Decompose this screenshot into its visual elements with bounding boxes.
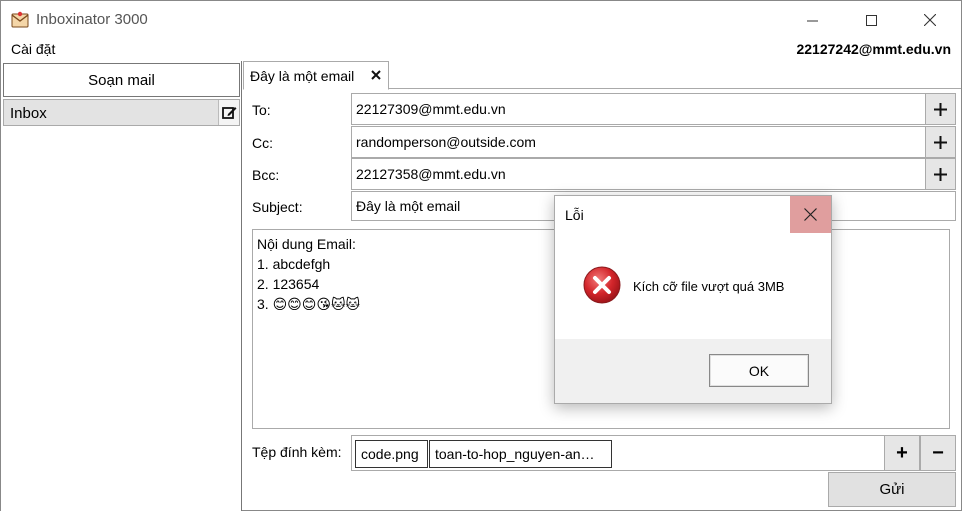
add-to-button[interactable] bbox=[925, 93, 956, 125]
dialog-title-bar: Lỗi bbox=[555, 196, 831, 233]
title-bar: Inboxinator 3000 bbox=[1, 1, 961, 39]
add-bcc-button[interactable] bbox=[925, 158, 956, 190]
subject-label: Subject: bbox=[252, 199, 303, 215]
app-window: Inboxinator 3000 Cài đặt 22127242@mmt.ed… bbox=[0, 0, 962, 511]
close-icon bbox=[924, 14, 936, 26]
edit-icon[interactable] bbox=[218, 100, 239, 125]
bcc-field[interactable]: 22127358@mmt.edu.vn bbox=[351, 158, 926, 190]
send-button[interactable]: Gửi bbox=[828, 472, 956, 507]
user-email: 22127242@mmt.edu.vn bbox=[796, 41, 951, 57]
compose-button[interactable]: Soạn mail bbox=[3, 63, 240, 97]
dialog-body: Kích cỡ file vượt quá 3MB bbox=[555, 233, 831, 339]
close-window-button[interactable] bbox=[901, 1, 959, 39]
plus-icon bbox=[934, 102, 947, 116]
to-field[interactable]: 22127309@mmt.edu.vn bbox=[351, 93, 926, 125]
dialog-close-button[interactable] bbox=[790, 196, 831, 233]
maximize-button[interactable] bbox=[842, 1, 900, 39]
ok-button[interactable]: OK bbox=[709, 354, 809, 387]
cc-value: randomperson@outside.com bbox=[356, 134, 536, 150]
to-value: 22127309@mmt.edu.vn bbox=[356, 101, 506, 117]
attachments-label: Tệp đính kèm: bbox=[252, 444, 342, 460]
dialog-message: Kích cỡ file vượt quá 3MB bbox=[633, 279, 785, 294]
dialog-title: Lỗi bbox=[565, 207, 584, 223]
minimize-button[interactable] bbox=[783, 1, 841, 39]
sidebar-item-inbox[interactable]: Inbox bbox=[3, 99, 240, 126]
menu-bar: Cài đặt 22127242@mmt.edu.vn bbox=[1, 39, 961, 61]
plus-icon bbox=[934, 135, 947, 149]
window-title: Inboxinator 3000 bbox=[36, 11, 148, 28]
cc-label: Cc: bbox=[252, 135, 273, 151]
envelope-icon bbox=[11, 11, 29, 28]
error-dialog: Lỗi Kích cỡ file vượt quá 3MB OK bbox=[554, 195, 832, 404]
attachment-chip[interactable]: code.png bbox=[355, 440, 428, 468]
tab-email[interactable]: Đây là một email bbox=[243, 61, 389, 90]
error-icon bbox=[583, 266, 621, 304]
remove-attachment-button[interactable]: − bbox=[920, 435, 956, 471]
sidebar-item-label: Inbox bbox=[10, 105, 47, 122]
add-attachment-button[interactable]: + bbox=[884, 435, 920, 471]
add-cc-button[interactable] bbox=[925, 126, 956, 158]
tab-strip: Đây là một email bbox=[243, 61, 961, 90]
bcc-label: Bcc: bbox=[252, 167, 280, 183]
cc-field[interactable]: randomperson@outside.com bbox=[351, 126, 926, 158]
bcc-value: 22127358@mmt.edu.vn bbox=[356, 166, 506, 182]
tab-label: Đây là một email bbox=[250, 68, 355, 84]
sidebar: Soạn mail Inbox bbox=[1, 61, 242, 511]
to-label: To: bbox=[252, 102, 271, 118]
subject-value: Đây là một email bbox=[356, 198, 461, 214]
maximize-icon bbox=[865, 14, 877, 26]
plus-icon bbox=[934, 167, 947, 181]
attachments-list: code.png toan-to-hop_nguyen-an… bbox=[351, 435, 885, 471]
close-icon bbox=[804, 208, 817, 221]
attachment-chip[interactable]: toan-to-hop_nguyen-an… bbox=[429, 440, 612, 468]
menu-settings[interactable]: Cài đặt bbox=[11, 41, 55, 57]
dialog-footer: OK bbox=[555, 339, 831, 403]
minimize-icon bbox=[806, 20, 818, 21]
close-icon[interactable] bbox=[370, 69, 382, 81]
